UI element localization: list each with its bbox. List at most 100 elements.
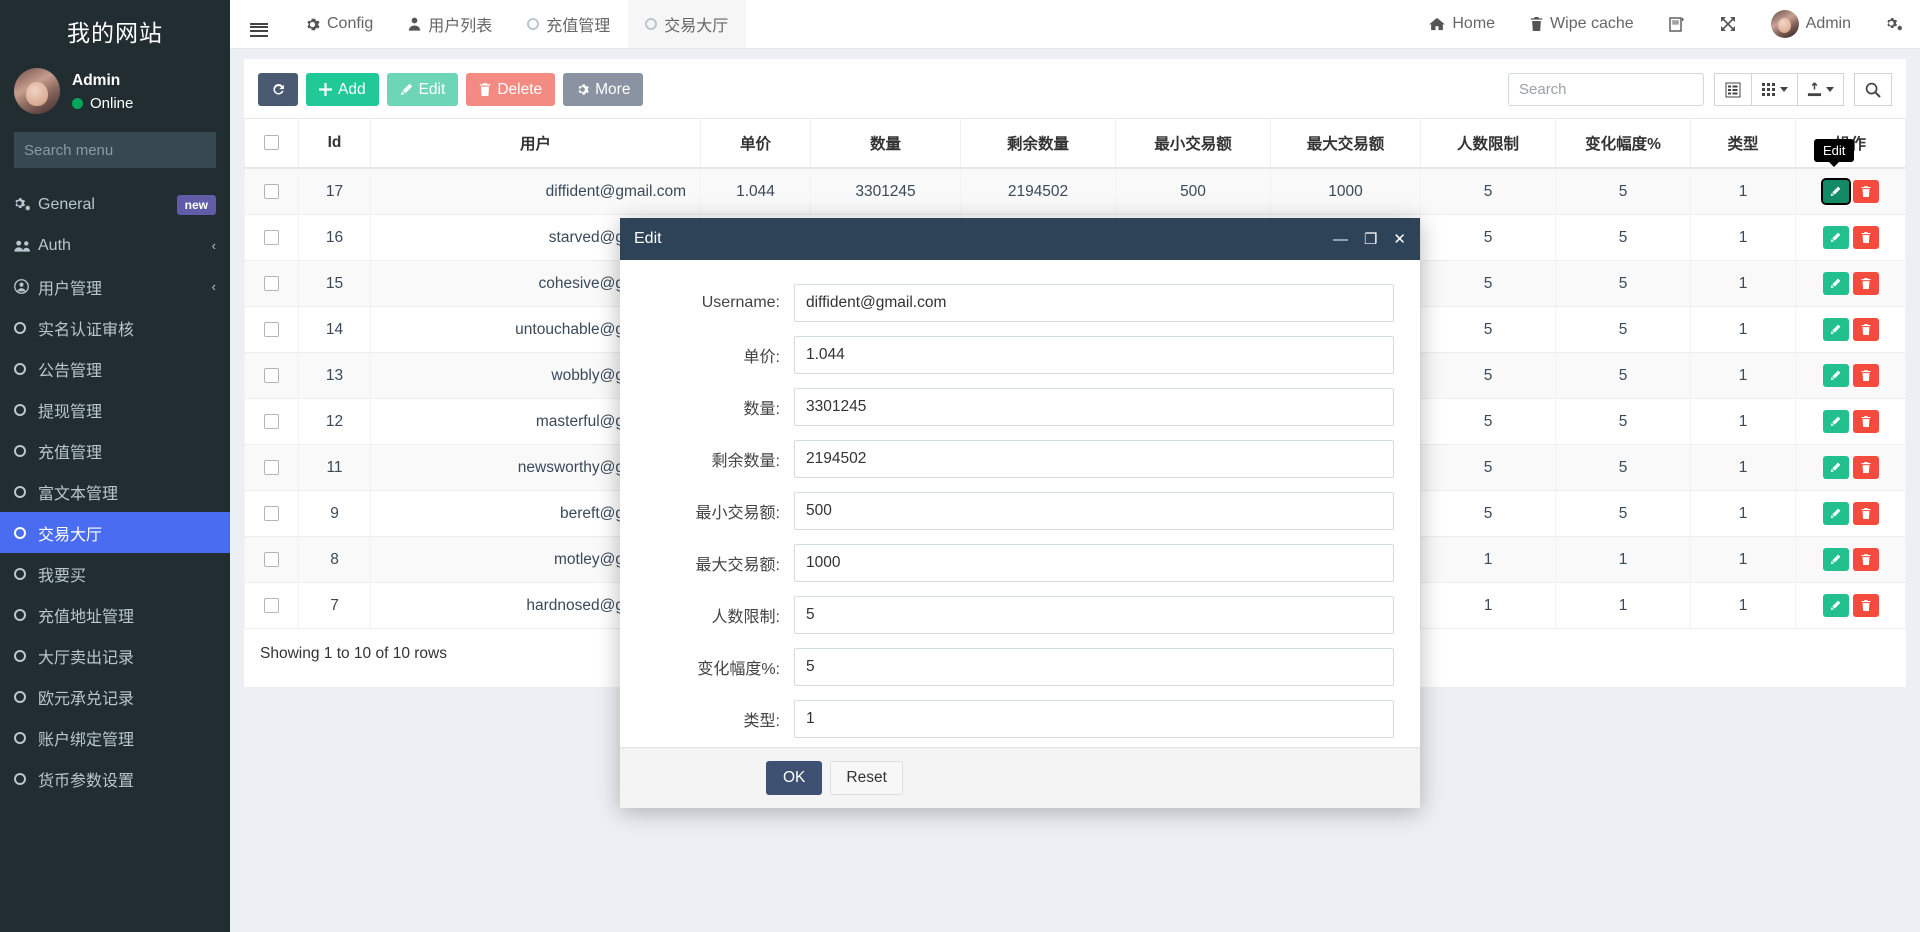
tab-0[interactable]: Config bbox=[288, 0, 391, 48]
delete-button[interactable]: Delete bbox=[466, 73, 555, 106]
row-checkbox[interactable] bbox=[264, 552, 279, 567]
column-header-11[interactable]: 操作Edit bbox=[1796, 119, 1906, 169]
row-checkbox-cell[interactable] bbox=[245, 353, 299, 399]
column-header-4[interactable]: 数量 bbox=[811, 119, 961, 169]
row-delete-button[interactable] bbox=[1853, 180, 1879, 203]
field-input-8[interactable] bbox=[794, 700, 1394, 738]
row-checkbox[interactable] bbox=[264, 598, 279, 613]
field-input-5[interactable] bbox=[794, 544, 1394, 582]
modal-header[interactable]: Edit — ❐ ✕ bbox=[620, 218, 1420, 260]
column-header-9[interactable]: 变化幅度% bbox=[1556, 119, 1691, 169]
row-checkbox[interactable] bbox=[264, 414, 279, 429]
topnav-action-1[interactable]: Wipe cache bbox=[1513, 0, 1652, 48]
minimize-icon[interactable]: — bbox=[1333, 232, 1348, 247]
row-edit-button[interactable] bbox=[1823, 548, 1849, 571]
row-edit-button[interactable] bbox=[1823, 180, 1849, 203]
table-search-input[interactable] bbox=[1508, 73, 1704, 106]
row-delete-button[interactable] bbox=[1853, 548, 1879, 571]
edit-button[interactable]: Edit bbox=[387, 73, 459, 106]
topnav-action-5[interactable] bbox=[1869, 0, 1920, 48]
field-input-6[interactable] bbox=[794, 596, 1394, 634]
column-header-0[interactable] bbox=[245, 119, 299, 169]
sidebar-item-13[interactable]: 账户绑定管理 bbox=[0, 717, 230, 758]
sidebar-item-7[interactable]: 富文本管理 bbox=[0, 471, 230, 512]
column-header-6[interactable]: 最小交易额 bbox=[1116, 119, 1271, 169]
row-delete-button[interactable] bbox=[1853, 410, 1879, 433]
row-edit-button[interactable] bbox=[1823, 318, 1849, 341]
topnav-action-2[interactable] bbox=[1652, 0, 1703, 48]
column-header-10[interactable]: 类型 bbox=[1691, 119, 1796, 169]
field-input-7[interactable] bbox=[794, 648, 1394, 686]
sidebar-item-11[interactable]: 大厅卖出记录 bbox=[0, 635, 230, 676]
reset-button[interactable]: Reset bbox=[830, 761, 903, 795]
column-header-2[interactable]: 用户 bbox=[371, 119, 701, 169]
field-input-2[interactable] bbox=[794, 388, 1394, 426]
sidebar-item-8[interactable]: 交易大厅 bbox=[0, 512, 230, 553]
row-checkbox[interactable] bbox=[264, 460, 279, 475]
menu-toggle-icon[interactable] bbox=[230, 0, 288, 48]
tab-1[interactable]: 用户列表 bbox=[391, 0, 510, 48]
row-edit-button[interactable] bbox=[1823, 226, 1849, 249]
column-header-1[interactable]: Id bbox=[299, 119, 371, 169]
row-checkbox[interactable] bbox=[264, 368, 279, 383]
row-checkbox-cell[interactable] bbox=[245, 583, 299, 629]
field-input-3[interactable] bbox=[794, 440, 1394, 478]
select-all-checkbox[interactable] bbox=[264, 135, 279, 150]
close-icon[interactable]: ✕ bbox=[1393, 232, 1406, 247]
row-delete-button[interactable] bbox=[1853, 456, 1879, 479]
row-checkbox-cell[interactable] bbox=[245, 168, 299, 215]
row-edit-button[interactable] bbox=[1823, 594, 1849, 617]
row-checkbox[interactable] bbox=[264, 322, 279, 337]
export-icon[interactable] bbox=[1798, 73, 1844, 106]
more-button[interactable]: More bbox=[563, 73, 643, 106]
row-delete-button[interactable] bbox=[1853, 318, 1879, 341]
sidebar-search[interactable] bbox=[14, 132, 216, 168]
maximize-icon[interactable]: ❐ bbox=[1364, 232, 1377, 247]
add-button[interactable]: Add bbox=[306, 73, 379, 106]
row-checkbox-cell[interactable] bbox=[245, 445, 299, 491]
topnav-action-0[interactable]: Home bbox=[1412, 0, 1513, 48]
column-header-8[interactable]: 人数限制 bbox=[1421, 119, 1556, 169]
sidebar-item-4[interactable]: 公告管理 bbox=[0, 348, 230, 389]
row-checkbox-cell[interactable] bbox=[245, 215, 299, 261]
row-checkbox-cell[interactable] bbox=[245, 261, 299, 307]
column-header-3[interactable]: 单价 bbox=[701, 119, 811, 169]
sidebar-item-10[interactable]: 充值地址管理 bbox=[0, 594, 230, 635]
row-edit-button[interactable] bbox=[1823, 272, 1849, 295]
topnav-action-4[interactable]: Admin bbox=[1754, 0, 1869, 48]
row-edit-button[interactable] bbox=[1823, 456, 1849, 479]
row-delete-button[interactable] bbox=[1853, 594, 1879, 617]
sidebar-item-14[interactable]: 货币参数设置 bbox=[0, 758, 230, 799]
columns-icon[interactable] bbox=[1752, 73, 1798, 106]
sidebar-item-12[interactable]: 欧元承兑记录 bbox=[0, 676, 230, 717]
sidebar-item-9[interactable]: 我要买 bbox=[0, 553, 230, 594]
search-menu-input[interactable] bbox=[14, 142, 230, 159]
tab-3[interactable]: 交易大厅 bbox=[628, 0, 746, 48]
sidebar-item-3[interactable]: 实名认证审核 bbox=[0, 307, 230, 348]
row-checkbox-cell[interactable] bbox=[245, 491, 299, 537]
row-checkbox-cell[interactable] bbox=[245, 307, 299, 353]
row-checkbox[interactable] bbox=[264, 184, 279, 199]
topnav-action-3[interactable] bbox=[1703, 0, 1754, 48]
row-checkbox-cell[interactable] bbox=[245, 537, 299, 583]
row-delete-button[interactable] bbox=[1853, 226, 1879, 249]
row-edit-button[interactable] bbox=[1823, 410, 1849, 433]
table-row[interactable]: 17diffident@gmail.com1.04433012452194502… bbox=[245, 168, 1906, 215]
row-edit-button[interactable] bbox=[1823, 502, 1849, 525]
column-header-5[interactable]: 剩余数量 bbox=[961, 119, 1116, 169]
row-checkbox[interactable] bbox=[264, 506, 279, 521]
row-checkbox-cell[interactable] bbox=[245, 399, 299, 445]
field-input-0[interactable] bbox=[794, 284, 1394, 322]
search-icon[interactable] bbox=[1854, 73, 1892, 106]
ok-button[interactable]: OK bbox=[766, 761, 822, 795]
sidebar-item-5[interactable]: 提现管理 bbox=[0, 389, 230, 430]
refresh-button[interactable] bbox=[258, 73, 298, 106]
row-checkbox[interactable] bbox=[264, 276, 279, 291]
row-delete-button[interactable] bbox=[1853, 364, 1879, 387]
field-input-1[interactable] bbox=[794, 336, 1394, 374]
row-delete-button[interactable] bbox=[1853, 502, 1879, 525]
row-checkbox[interactable] bbox=[264, 230, 279, 245]
row-edit-button[interactable] bbox=[1823, 364, 1849, 387]
row-delete-button[interactable] bbox=[1853, 272, 1879, 295]
sidebar-item-6[interactable]: 充值管理 bbox=[0, 430, 230, 471]
